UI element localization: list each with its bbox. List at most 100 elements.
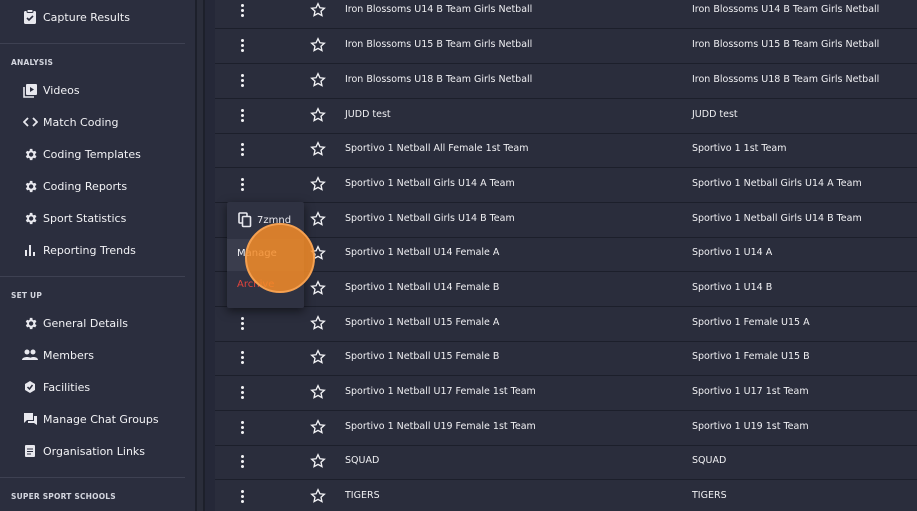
table-row[interactable]: Sportivo 1 Netball U14 Female A Sportivo… (215, 237, 917, 272)
sidebar-item-members[interactable]: Members (22, 343, 190, 367)
more-vert-icon[interactable] (235, 312, 249, 334)
table-row[interactable]: JUDD test JUDD test (215, 99, 917, 134)
more-vert-icon[interactable] (235, 416, 249, 438)
team-name-cell: Sportivo 1 Netball U14 Female A (345, 247, 500, 258)
sidebar-item-facilities[interactable]: Facilities (22, 375, 190, 399)
star-outline-icon[interactable] (310, 280, 326, 296)
chat-icon (22, 411, 38, 427)
facility-icon (22, 379, 38, 395)
sidebar-item-label: Reporting Trends (43, 243, 136, 257)
sidebar-item-label: Coding Reports (43, 179, 128, 193)
more-vert-icon[interactable] (235, 69, 249, 91)
team-display-cell: Sportivo 1 U14 B (692, 282, 773, 293)
teams-table: Iron Blossoms U14 B Team Girls Netball I… (215, 0, 917, 511)
sidebar-item-match-coding[interactable]: Match Coding (22, 110, 190, 134)
team-name-cell: Iron Blossoms U15 B Team Girls Netball (345, 39, 533, 50)
table-row[interactable]: Sportivo 1 Netball U15 Female A Sportivo… (215, 307, 917, 342)
team-name-cell: Sportivo 1 Netball All Female 1st Team (345, 143, 529, 154)
team-name-cell: Sportivo 1 Netball U15 Female B (345, 351, 500, 362)
team-display-cell: SQUAD (692, 455, 727, 466)
team-name-cell: Iron Blossoms U18 B Team Girls Netball (345, 74, 533, 85)
sidebar-item-organisation-links[interactable]: Organisation Links (22, 439, 190, 463)
more-vert-icon[interactable] (235, 381, 249, 403)
star-outline-icon[interactable] (310, 453, 326, 469)
sidebar-scrollbar-thumb[interactable] (197, 0, 203, 511)
table-row[interactable]: Sportivo 1 Netball All Female 1st Team S… (215, 133, 917, 168)
star-outline-icon[interactable] (310, 2, 326, 18)
sidebar-item-label: Organisation Links (43, 444, 146, 458)
team-display-cell: Sportivo 1 Netball Girls U14 B Team (692, 213, 862, 224)
manage-menu-item[interactable]: Manage (227, 239, 304, 271)
more-vert-icon[interactable] (235, 485, 249, 507)
table-row[interactable]: Sportivo 1 Netball Girls U14 B Team Spor… (215, 203, 917, 238)
star-outline-icon[interactable] (310, 488, 326, 504)
table-row[interactable]: SQUAD SQUAD (215, 445, 917, 480)
table-row[interactable]: Iron Blossoms U15 B Team Girls Netball I… (215, 29, 917, 64)
team-name-cell: Sportivo 1 Netball Girls U14 B Team (345, 213, 515, 224)
team-display-cell: Sportivo 1 Female U15 B (692, 351, 810, 362)
divider (0, 276, 185, 277)
team-display-cell: Sportivo 1 U17 1st Team (692, 386, 809, 397)
gear-icon (22, 315, 38, 331)
star-outline-icon[interactable] (310, 384, 326, 400)
sidebar-item-coding-reports[interactable]: Coding Reports (22, 174, 190, 198)
table-row[interactable]: Sportivo 1 Netball U17 Female 1st Team S… (215, 376, 917, 411)
divider (0, 477, 185, 478)
more-vert-icon[interactable] (235, 450, 249, 472)
star-outline-icon[interactable] (310, 315, 326, 331)
gear-icon (22, 210, 38, 226)
more-vert-icon[interactable] (235, 34, 249, 56)
sidebar-item-label: Facilities (43, 380, 91, 394)
team-display-cell: Sportivo 1 Female U15 A (692, 317, 810, 328)
more-vert-icon[interactable] (235, 138, 249, 160)
sidebar-item-coding-templates[interactable]: Coding Templates (22, 142, 190, 166)
star-outline-icon[interactable] (310, 349, 326, 365)
more-vert-icon[interactable] (235, 104, 249, 126)
table-row[interactable]: Sportivo 1 Netball Girls U14 A Team Spor… (215, 168, 917, 203)
star-outline-icon[interactable] (310, 245, 326, 261)
video-library-icon (22, 82, 38, 98)
more-vert-icon[interactable] (235, 346, 249, 368)
star-outline-icon[interactable] (310, 141, 326, 157)
star-outline-icon[interactable] (310, 211, 326, 227)
more-vert-icon[interactable] (235, 173, 249, 195)
star-outline-icon[interactable] (310, 176, 326, 192)
table-row[interactable]: Sportivo 1 Netball U19 Female 1st Team S… (215, 411, 917, 446)
team-display-cell: Iron Blossoms U18 B Team Girls Netball (692, 74, 880, 85)
more-vert-icon[interactable] (235, 0, 249, 21)
team-display-cell: TIGERS (692, 490, 727, 501)
gear-icon (22, 178, 38, 194)
star-outline-icon[interactable] (310, 37, 326, 53)
star-outline-icon[interactable] (310, 72, 326, 88)
copy-id-menu-item[interactable]: 7zmnd (238, 212, 291, 228)
archive-menu-item[interactable]: Archive (237, 279, 274, 290)
team-display-cell: Sportivo 1 Netball Girls U14 A Team (692, 178, 862, 189)
sidebar-item-reporting-trends[interactable]: Reporting Trends (22, 238, 190, 262)
team-name-cell: Sportivo 1 Netball U17 Female 1st Team (345, 386, 536, 397)
gear-icon (22, 146, 38, 162)
section-title-setup: SET UP (11, 291, 43, 300)
sidebar-item-label: Match Coding (43, 115, 119, 129)
sidebar-item-manage-chat-groups[interactable]: Manage Chat Groups (22, 407, 190, 431)
manage-label: Manage (237, 248, 277, 259)
sidebar-item-general-details[interactable]: General Details (22, 311, 190, 335)
people-icon (22, 347, 38, 363)
team-name-cell: Iron Blossoms U14 B Team Girls Netball (345, 4, 533, 15)
table-row[interactable]: Iron Blossoms U14 B Team Girls Netball I… (215, 0, 917, 29)
section-title-analysis: ANALYSIS (11, 58, 54, 67)
team-display-cell: Sportivo 1 U14 A (692, 247, 773, 258)
table-row[interactable]: Iron Blossoms U18 B Team Girls Netball I… (215, 64, 917, 99)
star-outline-icon[interactable] (310, 419, 326, 435)
sidebar-item-label: Videos (43, 83, 80, 97)
sidebar-item-capture-results[interactable]: Capture Results (22, 5, 190, 29)
clipboard-check-icon (22, 9, 38, 25)
table-row[interactable]: Sportivo 1 Netball U15 Female B Sportivo… (215, 341, 917, 376)
sidebar-item-videos[interactable]: Videos (22, 78, 190, 102)
team-display-cell: Sportivo 1 U19 1st Team (692, 421, 809, 432)
table-row[interactable]: TIGERS TIGERS (215, 480, 917, 511)
star-outline-icon[interactable] (310, 107, 326, 123)
sidebar-item-label: Members (43, 348, 94, 362)
table-row[interactable]: Sportivo 1 Netball U14 Female B Sportivo… (215, 272, 917, 307)
team-name-cell: Sportivo 1 Netball Girls U14 A Team (345, 178, 515, 189)
sidebar-item-sport-statistics[interactable]: Sport Statistics (22, 206, 190, 230)
